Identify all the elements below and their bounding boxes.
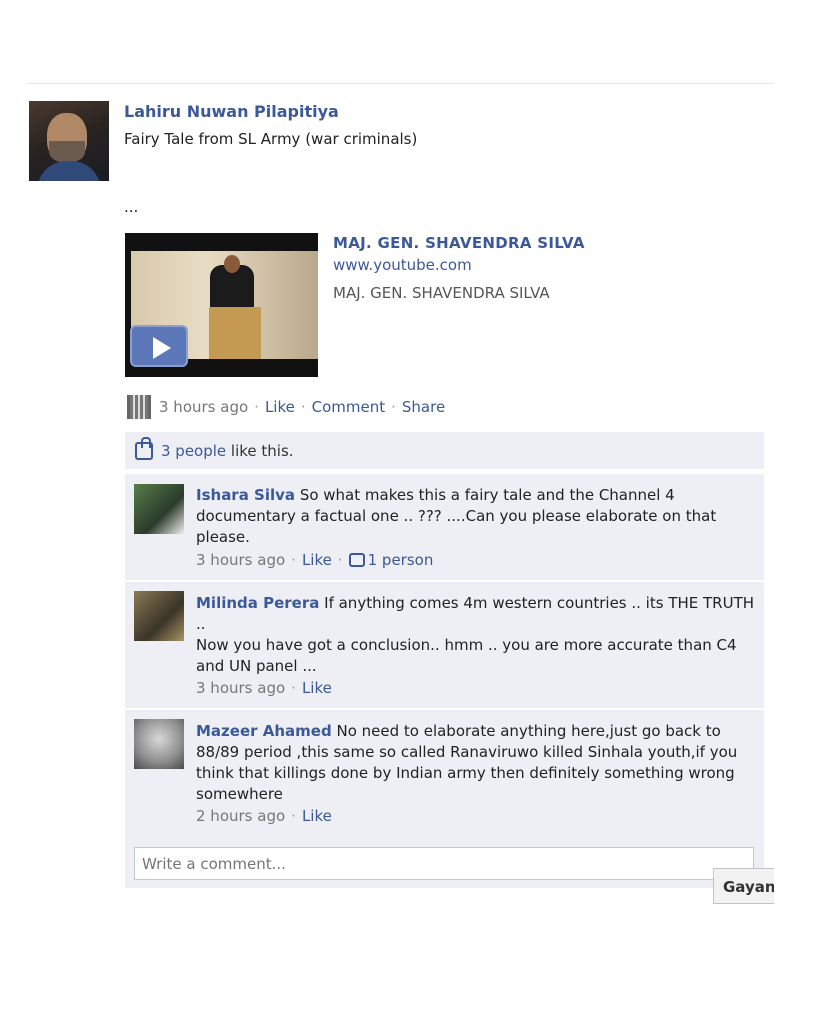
post-message-more: ...	[124, 198, 139, 216]
post-author-link[interactable]: Lahiru Nuwan Pilapitiya	[124, 102, 339, 121]
commenter-avatar[interactable]	[134, 591, 184, 641]
comment-text-line-2: Now you have got a conclusion.. hmm .. y…	[196, 636, 737, 675]
comment-body: Ishara Silva So what makes this a fairy …	[196, 485, 756, 548]
video-film-icon	[127, 395, 151, 419]
comment-body: Mazeer Ahamed No need to elaborate anyth…	[196, 721, 756, 805]
separator-dot: ·	[254, 398, 259, 416]
likes-suffix: like this.	[226, 441, 294, 460]
separator-dot: ·	[391, 398, 396, 416]
write-comment-section	[125, 836, 764, 888]
comment-meta: 3 hours ago · Like	[196, 679, 332, 697]
comment-like-link[interactable]: Like	[302, 807, 332, 825]
commenter-avatar[interactable]	[134, 484, 184, 534]
separator-dot: ·	[300, 398, 306, 416]
commenter-name-link[interactable]: Milinda Perera	[196, 594, 319, 612]
comment-body: Milinda Perera If anything comes 4m west…	[196, 593, 756, 677]
comment-meta: 2 hours ago · Like	[196, 807, 332, 825]
commenter-name-link[interactable]: Ishara Silva	[196, 486, 295, 504]
likes-summary: 3 people like this.	[125, 432, 764, 469]
comment-like-link[interactable]: Like	[302, 551, 332, 569]
comment-item: Mazeer Ahamed No need to elaborate anyth…	[125, 708, 764, 836]
attachment-url-link[interactable]: www.youtube.com	[333, 256, 472, 274]
video-thumbnail[interactable]	[125, 233, 318, 377]
comment-timestamp[interactable]: 3 hours ago	[196, 551, 285, 569]
commenter-avatar[interactable]	[134, 719, 184, 769]
separator-dot: ·	[291, 679, 296, 697]
post-timestamp[interactable]: 3 hours ago	[159, 398, 248, 416]
share-link[interactable]: Share	[402, 398, 445, 416]
author-avatar[interactable]	[29, 101, 109, 181]
chat-tab-gayan[interactable]: Gayan	[713, 868, 774, 904]
post-message: Fairy Tale from SL Army (war criminals)	[124, 130, 418, 148]
comment-link[interactable]: Comment	[312, 398, 386, 416]
likers-link[interactable]: 3 people	[161, 442, 226, 460]
comment-likes-count-link[interactable]: 1 person	[368, 551, 434, 569]
thumbs-up-icon	[135, 436, 153, 460]
write-comment-input[interactable]	[134, 847, 754, 880]
separator-dot: ·	[337, 551, 343, 569]
play-icon[interactable]	[130, 325, 188, 367]
thumbs-up-icon	[348, 553, 365, 567]
comment-timestamp[interactable]: 3 hours ago	[196, 679, 285, 697]
comment-item: Ishara Silva So what makes this a fairy …	[125, 472, 764, 580]
comment-item: Milinda Perera If anything comes 4m west…	[125, 580, 764, 708]
like-link[interactable]: Like	[265, 398, 295, 416]
top-divider	[28, 83, 774, 84]
attachment-title-link[interactable]: MAJ. GEN. SHAVENDRA SILVA	[333, 234, 585, 252]
comment-meta: 3 hours ago · Like · 1 person	[196, 551, 433, 569]
post-meta: 3 hours ago · Like · Comment · Share	[127, 395, 445, 419]
separator-dot: ·	[291, 807, 296, 825]
separator-dot: ·	[291, 551, 296, 569]
comment-timestamp[interactable]: 2 hours ago	[196, 807, 285, 825]
attachment-description: MAJ. GEN. SHAVENDRA SILVA	[333, 284, 550, 302]
commenter-name-link[interactable]: Mazeer Ahamed	[196, 722, 332, 740]
comment-like-link[interactable]: Like	[302, 679, 332, 697]
feedback-section: 3 people like this. Ishara Silva So what…	[125, 432, 764, 836]
